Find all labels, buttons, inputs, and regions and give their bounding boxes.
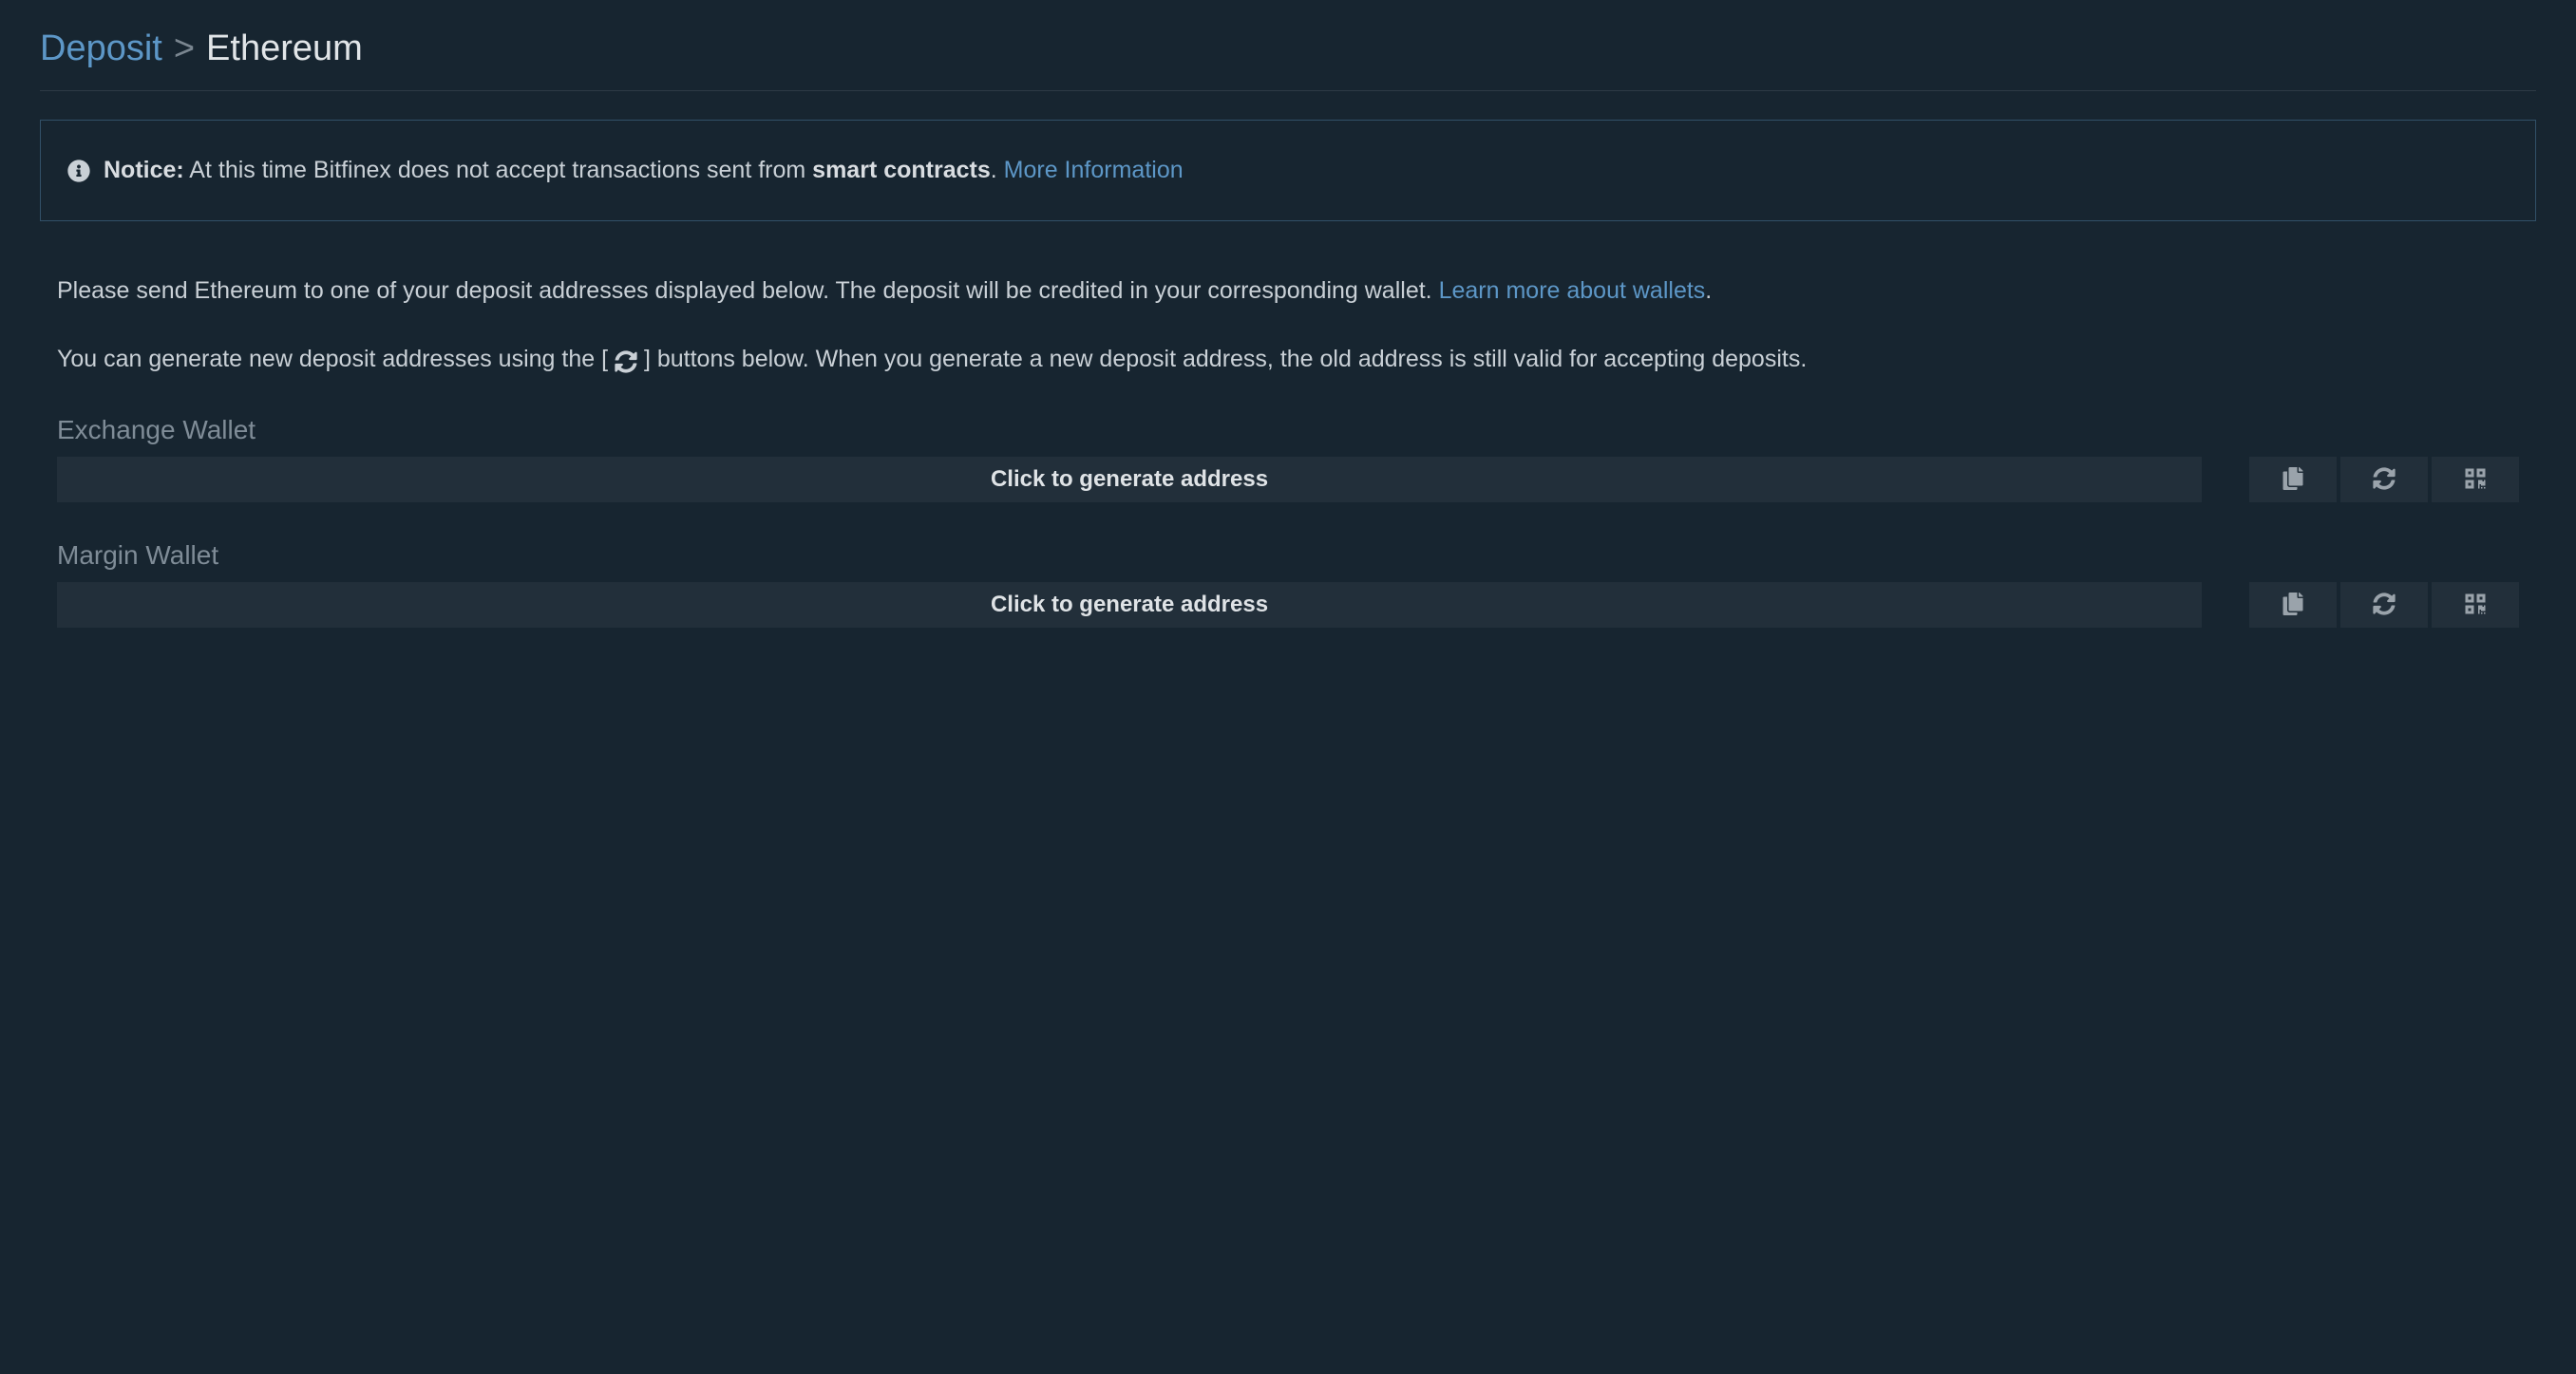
para1-after: . [1705, 277, 1712, 304]
refresh-icon [2373, 467, 2396, 493]
notice-box: Notice: At this time Bitfinex does not a… [40, 120, 2536, 221]
wallet-row-exchange: Click to generate address [57, 457, 2519, 502]
breadcrumb: Deposit > Ethereum [40, 28, 2536, 91]
content: Please send Ethereum to one of your depo… [40, 273, 2536, 628]
instruction-para-2: You can generate new deposit addresses u… [57, 342, 2519, 378]
breadcrumb-separator: > [174, 28, 195, 69]
instruction-para-1: Please send Ethereum to one of your depo… [57, 273, 2519, 310]
copy-icon [2282, 593, 2304, 618]
wallet-label-exchange: Exchange Wallet [57, 415, 2519, 445]
learn-more-wallets-link[interactable]: Learn more about wallets [1439, 277, 1706, 304]
wallet-actions-exchange [2249, 457, 2519, 502]
copy-icon [2282, 467, 2304, 493]
qr-icon [2464, 467, 2487, 493]
qr-icon [2464, 593, 2487, 618]
breadcrumb-current: Ethereum [206, 28, 363, 69]
notice-bold: smart contracts [812, 157, 991, 183]
refresh-button[interactable] [2340, 582, 2428, 628]
generate-address-button-margin[interactable]: Click to generate address [57, 582, 2202, 628]
qr-button[interactable] [2432, 457, 2519, 502]
generate-address-button-exchange[interactable]: Click to generate address [57, 457, 2202, 502]
wallet-label-margin: Margin Wallet [57, 540, 2519, 571]
wallet-row-margin: Click to generate address [57, 582, 2519, 628]
wallet-actions-margin [2249, 582, 2519, 628]
notice-text-after: . [991, 157, 1004, 183]
refresh-button[interactable] [2340, 457, 2428, 502]
notice-text-before: At this time Bitfinex does not accept tr… [184, 157, 812, 183]
breadcrumb-root-link[interactable]: Deposit [40, 28, 162, 69]
copy-button[interactable] [2249, 457, 2337, 502]
notice-label: Notice: [104, 157, 184, 183]
info-icon [67, 157, 94, 184]
more-information-link[interactable]: More Information [1004, 157, 1184, 183]
para1-before: Please send Ethereum to one of your depo… [57, 277, 1439, 304]
qr-button[interactable] [2432, 582, 2519, 628]
refresh-icon [615, 348, 637, 371]
para2-before: You can generate new deposit addresses u… [57, 346, 615, 372]
para2-after: ] buttons below. When you generate a new… [637, 346, 1807, 372]
refresh-icon [2373, 593, 2396, 618]
copy-button[interactable] [2249, 582, 2337, 628]
